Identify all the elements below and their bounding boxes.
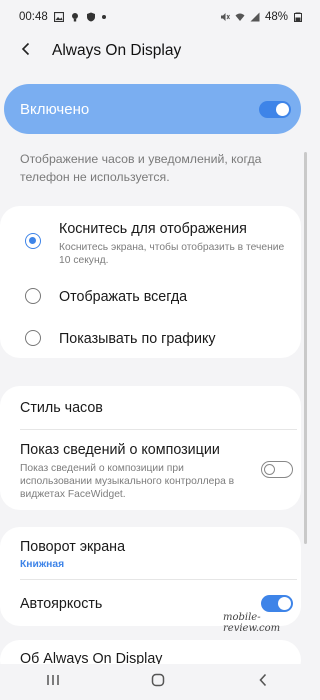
page-title: Always On Display xyxy=(52,42,182,59)
clock-style-title: Стиль часов xyxy=(20,400,103,416)
home-icon xyxy=(151,673,165,692)
nav-back-button[interactable] xyxy=(253,672,273,692)
master-switch[interactable] xyxy=(259,100,291,118)
divider xyxy=(20,579,297,580)
bulb-icon xyxy=(70,12,80,22)
mode-option-schedule[interactable]: Показывать по графику xyxy=(0,320,301,358)
mode-option-tap-to-show[interactable]: Коснитесь для отображения Коснитесь экра… xyxy=(0,206,301,272)
mode-title: Коснитесь для отображения xyxy=(59,221,247,237)
signal-icon xyxy=(250,12,260,22)
mode-title: Отображать всегда xyxy=(59,289,188,305)
radio-button-selected[interactable] xyxy=(25,233,41,249)
back-icon xyxy=(258,673,268,692)
scrollbar[interactable] xyxy=(304,152,307,544)
divider xyxy=(20,429,297,430)
master-toggle-label: Включено xyxy=(20,100,90,118)
navigation-bar xyxy=(0,664,315,700)
wifi-icon xyxy=(235,12,245,22)
display-mode-card: Коснитесь для отображения Коснитесь экра… xyxy=(0,206,301,358)
rotation-title: Поворот экрана xyxy=(20,539,126,555)
battery-icon xyxy=(293,12,303,22)
status-bar: 00:48 48% xyxy=(0,0,315,34)
watermark: mobile-review.com xyxy=(223,612,281,634)
shield-icon xyxy=(86,12,96,22)
settings-card: Стиль часов Показ сведений о композиции … xyxy=(0,386,301,510)
auto-brightness-switch[interactable] xyxy=(261,595,293,612)
status-time: 00:48 xyxy=(19,11,48,23)
home-button[interactable] xyxy=(148,672,168,692)
music-info-switch[interactable] xyxy=(261,461,293,478)
app-header: Always On Display xyxy=(0,34,315,68)
feature-description: Отображение часов и уведомлений, когда т… xyxy=(20,152,262,184)
mute-icon xyxy=(220,12,230,22)
back-arrow-icon xyxy=(20,42,32,61)
battery-level: 48% xyxy=(264,11,288,23)
radio-button[interactable] xyxy=(25,330,41,346)
recent-apps-button[interactable] xyxy=(43,672,63,692)
rotation-value: Книжная xyxy=(20,559,65,570)
mode-option-always[interactable]: Отображать всегда xyxy=(0,278,301,316)
mode-subtitle: Коснитесь экрана, чтобы отобразить в теч… xyxy=(59,242,285,266)
music-info-subtitle: Показ сведений о композиции при использо… xyxy=(20,463,235,500)
back-button[interactable] xyxy=(16,41,36,61)
auto-brightness-item[interactable]: Автояркость xyxy=(20,596,102,612)
dot-icon xyxy=(101,15,106,19)
master-toggle-row[interactable]: Включено xyxy=(4,84,301,134)
recent-apps-icon xyxy=(46,673,60,691)
rotation-item[interactable]: Поворот экрана Книжная xyxy=(20,539,125,570)
clock-style-item[interactable]: Стиль часов xyxy=(20,400,103,416)
music-info-title: Показ сведений о композиции xyxy=(20,442,220,458)
music-info-item[interactable]: Показ сведений о композиции Показ сведен… xyxy=(20,442,250,501)
image-icon xyxy=(53,12,64,22)
mode-title: Показывать по графику xyxy=(59,331,216,347)
auto-brightness-title: Автояркость xyxy=(20,596,103,612)
radio-button[interactable] xyxy=(25,288,41,304)
